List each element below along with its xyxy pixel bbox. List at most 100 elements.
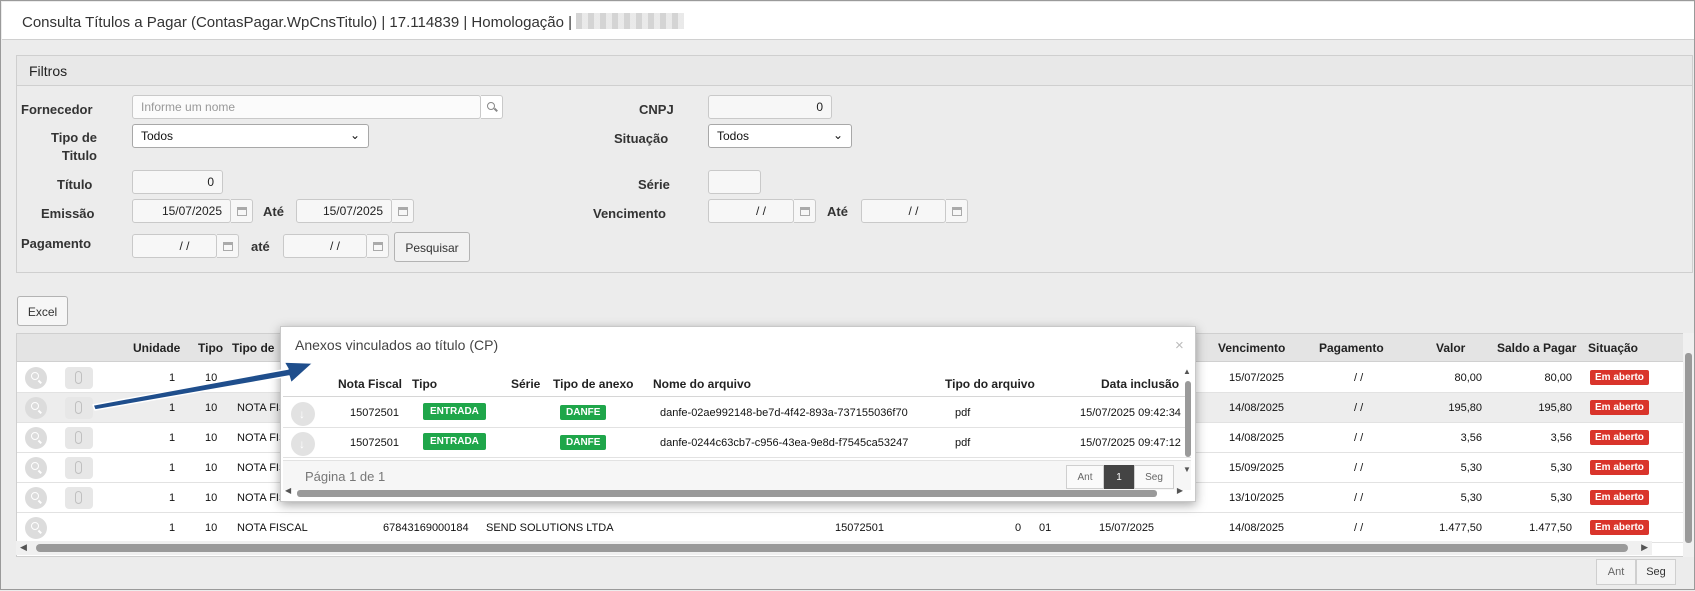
grid-vertical-scrollbar[interactable] — [1683, 333, 1694, 557]
emissao-de-input[interactable]: 15/07/2025 — [132, 199, 231, 223]
cell-vencimento: 15/07/2025 — [1229, 372, 1285, 384]
pagamento-ate-calendar-button[interactable] — [367, 234, 389, 258]
cell-tipo: 10 — [205, 432, 218, 444]
titulo-input[interactable]: 0 — [132, 170, 223, 194]
calendar-icon — [952, 207, 962, 216]
cell-pagamento: / / — [1354, 432, 1364, 444]
vencimento-de-calendar-button[interactable] — [794, 199, 816, 223]
col-pagamento[interactable]: Pagamento — [1319, 341, 1384, 355]
calendar-icon — [800, 207, 810, 216]
search-icon — [31, 462, 39, 470]
grid-pager-prev[interactable]: Ant — [1596, 559, 1636, 585]
excel-button[interactable]: Excel — [17, 296, 68, 326]
emissao-de-calendar-button[interactable] — [231, 199, 253, 223]
search-icon — [31, 372, 39, 380]
cnpj-input[interactable]: 0 — [708, 95, 832, 119]
scrollbar-thumb[interactable] — [297, 490, 1157, 497]
view-row-button[interactable] — [25, 517, 47, 539]
download-button[interactable]: ↓ — [291, 402, 315, 426]
download-button[interactable]: ↓ — [291, 432, 315, 456]
scroll-up-icon[interactable]: ▲ — [1183, 367, 1191, 376]
situacao-select[interactable]: Todos ⌄ — [708, 124, 852, 148]
col-tipo[interactable]: Tipo — [198, 341, 223, 355]
emissao-ate-calendar-button[interactable] — [392, 199, 414, 223]
view-row-button[interactable] — [25, 457, 47, 479]
tipo-titulo-select[interactable]: Todos ⌄ — [132, 124, 369, 148]
modal-pager-next[interactable]: Seg — [1134, 465, 1174, 489]
col-vencimento[interactable]: Vencimento — [1218, 341, 1285, 355]
modal-table-header: Nota Fiscal Tipo Série Tipo de anexo Nom… — [283, 373, 1191, 397]
pagamento-de-calendar-button[interactable] — [217, 234, 239, 258]
cell-data-inclusao: 15/07/2025 09:47:12 — [1080, 437, 1181, 449]
attachments-button[interactable] — [65, 367, 93, 389]
col-tipo-de[interactable]: Tipo de — [232, 341, 274, 355]
col-saldo[interactable]: Saldo a Pagar — [1497, 341, 1576, 355]
col-valor[interactable]: Valor — [1436, 341, 1465, 355]
attachments-button[interactable] — [65, 487, 93, 509]
scroll-left-icon[interactable]: ◀ — [285, 486, 291, 495]
cell-saldo: 5,30 — [1550, 492, 1572, 504]
col-unidade[interactable]: Unidade — [133, 341, 180, 355]
vencimento-de-input[interactable]: / / — [708, 199, 794, 223]
pagamento-ate-label: até — [251, 239, 270, 254]
tipo-anexo-badge: DANFE — [560, 405, 607, 420]
col-serie: Série — [511, 377, 541, 391]
cell-unidade: 1 — [169, 492, 176, 504]
view-row-button[interactable] — [25, 487, 47, 509]
situacao-selected: Todos — [717, 129, 750, 143]
view-row-button[interactable] — [25, 427, 47, 449]
cell-nome-arquivo[interactable]: danfe-02ae992148-be7d-4f42-893a-73715503… — [660, 407, 908, 419]
scrollbar-thumb[interactable] — [36, 544, 1628, 552]
attachment-row[interactable]: ↓ 15072501 ENTRADA DANFE danfe-0244c63cb… — [283, 428, 1191, 458]
calendar-icon — [237, 207, 247, 216]
pesquisar-button[interactable]: Pesquisar — [394, 232, 470, 262]
scroll-left-icon[interactable]: ◀ — [20, 542, 27, 553]
vencimento-ate-calendar-button[interactable] — [946, 199, 968, 223]
vencimento-ate-label: Até — [827, 204, 848, 219]
scroll-right-icon[interactable]: ▶ — [1177, 486, 1183, 495]
view-row-button[interactable] — [25, 397, 47, 419]
scrollbar-thumb[interactable] — [1685, 353, 1692, 543]
chevron-down-icon: ⌄ — [349, 128, 360, 142]
status-badge: Em aberto — [1590, 370, 1649, 385]
window-title: Consulta Títulos a Pagar (ContasPagar.Wp… — [2, 2, 1694, 40]
cell-serie: 01 — [1039, 522, 1052, 534]
pagamento-ate-input[interactable]: / / — [283, 234, 367, 258]
fornecedor-input[interactable]: Informe um nome — [132, 95, 481, 119]
table-row[interactable]: 1 10 NOTA FISCAL 67843169000184 SEND SOL… — [17, 513, 1694, 543]
grid-horizontal-scrollbar[interactable]: ◀ ▶ — [16, 541, 1652, 555]
grid-pager-next[interactable]: Seg — [1636, 559, 1676, 585]
cell-unidade: 1 — [169, 432, 176, 444]
fornecedor-search-button[interactable] — [481, 95, 503, 119]
paperclip-icon — [75, 461, 82, 474]
col-nome-arquivo: Nome do arquivo — [653, 377, 752, 391]
view-row-button[interactable] — [25, 367, 47, 389]
cell-unidade: 1 — [169, 462, 176, 474]
emissao-ate-input[interactable]: 15/07/2025 — [296, 199, 392, 223]
scroll-right-icon[interactable]: ▶ — [1641, 542, 1648, 553]
col-situacao[interactable]: Situação — [1588, 341, 1638, 355]
modal-pager-current[interactable]: 1 — [1104, 465, 1134, 489]
attachments-button[interactable] — [65, 427, 93, 449]
close-icon[interactable]: × — [1175, 337, 1184, 354]
cell-tipo-arquivo: pdf — [955, 437, 971, 449]
cell-nome-arquivo[interactable]: danfe-0244c63cb7-c956-43ea-9e8d-f7545ca5… — [660, 437, 908, 449]
cell-valor: 5,30 — [1460, 462, 1482, 474]
modal-pager-prev[interactable]: Ant — [1066, 465, 1104, 489]
tipo-badge: ENTRADA — [423, 433, 486, 450]
emissao-label: Emissão — [41, 206, 95, 221]
vencimento-ate-input[interactable]: / / — [861, 199, 946, 223]
modal-horizontal-scrollbar[interactable]: ◀ ▶ — [285, 486, 1193, 499]
pagamento-de-input[interactable]: / / — [132, 234, 217, 258]
col-data-inclusao: Data inclusão — [1101, 377, 1180, 391]
modal-vertical-scrollbar[interactable]: ▲ ▼ — [1182, 367, 1194, 477]
cell-valor: 195,80 — [1448, 402, 1482, 414]
scroll-down-icon[interactable]: ▼ — [1183, 465, 1191, 474]
status-badge: Em aberto — [1590, 400, 1649, 415]
attachments-button[interactable] — [65, 397, 93, 419]
cell-vencimento: 15/09/2025 — [1229, 462, 1285, 474]
serie-input[interactable] — [708, 170, 761, 194]
scrollbar-thumb[interactable] — [1185, 381, 1191, 457]
attachments-button[interactable] — [65, 457, 93, 479]
attachment-row[interactable]: ↓ 15072501 ENTRADA DANFE danfe-02ae99214… — [283, 398, 1191, 428]
